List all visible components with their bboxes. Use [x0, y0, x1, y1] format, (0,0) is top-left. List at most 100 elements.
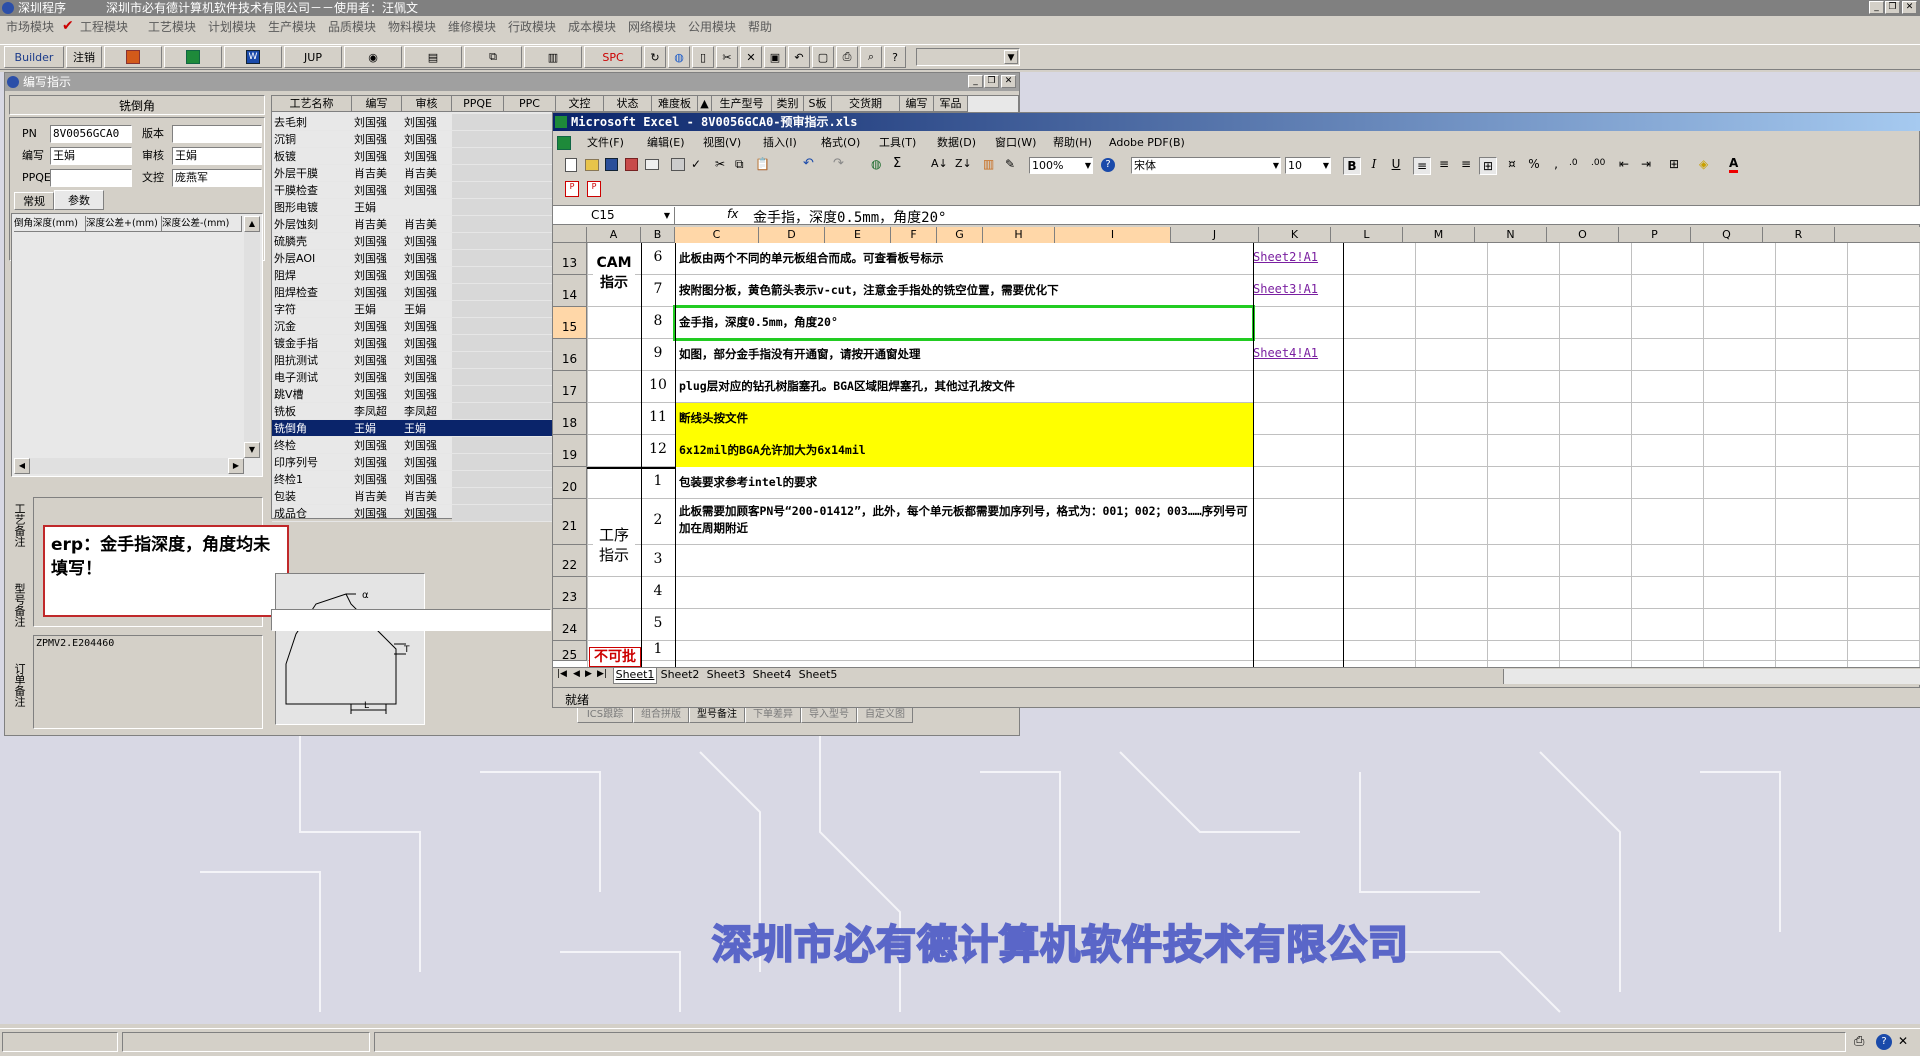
item-number[interactable]: 7: [641, 281, 675, 297]
menu-network[interactable]: 网络模块: [628, 16, 676, 38]
indent-icon[interactable]: ⇥: [1641, 157, 1651, 171]
tab-general[interactable]: 常规: [14, 192, 54, 210]
tab-sheet5[interactable]: Sheet5: [795, 668, 841, 684]
fill-color-icon[interactable]: ◈: [1699, 157, 1708, 171]
powerpoint-icon[interactable]: [104, 46, 162, 68]
scroll-down-icon[interactable]: ▼: [244, 442, 260, 458]
restore-button[interactable]: ❐: [1885, 1, 1900, 14]
column-header[interactable]: N: [1475, 227, 1547, 243]
menu-plan[interactable]: 计划模块: [208, 16, 256, 38]
row-header[interactable]: 14: [553, 275, 587, 307]
tab-sheet3[interactable]: Sheet3: [703, 668, 749, 684]
process-grid-bottom-input[interactable]: [271, 609, 551, 631]
new-icon[interactable]: [565, 158, 577, 172]
row-header[interactable]: 22: [553, 545, 587, 577]
percent-icon[interactable]: %: [1525, 157, 1543, 171]
spelling-icon[interactable]: ✓: [691, 157, 701, 171]
editor-close-button[interactable]: ✕: [1001, 75, 1016, 88]
col-military[interactable]: 军品: [934, 96, 968, 112]
excel-help-icon[interactable]: ?: [1101, 158, 1115, 172]
tab-sheet1[interactable]: Sheet1: [613, 668, 657, 684]
menu-market[interactable]: 市场模块: [6, 16, 54, 38]
tab-model-note[interactable]: 型号备注: [689, 707, 745, 723]
excel-menu-window[interactable]: 窗口(W): [995, 132, 1036, 154]
bold-icon[interactable]: B: [1343, 157, 1361, 175]
row-header[interactable]: 25: [553, 641, 587, 662]
spc-button[interactable]: SPC: [584, 46, 642, 68]
cut-tool-icon[interactable]: ✂: [715, 157, 725, 171]
col-category[interactable]: 类别: [772, 96, 804, 112]
row-header[interactable]: 24: [553, 609, 587, 641]
sheet-link[interactable]: Sheet4!A1: [1253, 346, 1343, 360]
name-box[interactable]: C15 ▼: [555, 207, 675, 224]
ppqe-field[interactable]: [50, 169, 132, 187]
col-writer-2[interactable]: 编写: [900, 96, 934, 112]
print-icon[interactable]: ⎙: [836, 46, 858, 68]
column-header[interactable]: Q: [1691, 227, 1763, 243]
print-preview-icon[interactable]: [671, 158, 685, 171]
item-number[interactable]: 12: [641, 441, 675, 457]
selected-cell-box[interactable]: [673, 305, 1255, 341]
next-sheet-icon[interactable]: ▶: [585, 669, 592, 679]
col-reviewer[interactable]: 审核: [402, 96, 452, 112]
autosum-icon[interactable]: Σ: [893, 156, 901, 171]
globe-icon[interactable]: ◍: [668, 46, 690, 68]
column-header[interactable]: G: [937, 227, 983, 243]
pdf-email-icon[interactable]: P: [587, 181, 601, 197]
hyperlink-icon[interactable]: ◍: [871, 157, 881, 171]
save-disk-icon[interactable]: [605, 158, 618, 171]
eye-icon[interactable]: ◉: [344, 46, 402, 68]
column-header[interactable]: R: [1763, 227, 1835, 243]
row-header[interactable]: 13: [553, 243, 587, 275]
tab-params[interactable]: 参数: [54, 190, 104, 210]
column-header[interactable]: F: [891, 227, 937, 243]
scroll-right-icon[interactable]: ▶: [228, 458, 244, 474]
excel-menu-view[interactable]: 视图(V): [703, 132, 741, 154]
side-label-order[interactable]: 订单备注: [11, 663, 26, 707]
column-header[interactable]: I: [1055, 227, 1171, 243]
col-process-name[interactable]: 工艺名称: [272, 96, 352, 112]
book-icon[interactable]: ▤: [404, 46, 462, 68]
new-doc-icon[interactable]: ▯: [692, 46, 714, 68]
row-header[interactable]: 19: [553, 435, 587, 467]
tray-help-icon[interactable]: ?: [1876, 1034, 1892, 1050]
currency-icon[interactable]: ¤: [1503, 157, 1521, 171]
preview-icon[interactable]: ▢: [812, 46, 834, 68]
sheet-link[interactable]: Sheet3!A1: [1253, 282, 1343, 296]
column-header[interactable]: P: [1619, 227, 1691, 243]
instruction-cell[interactable]: 按附图分板，黄色箭头表示v-cut，注意金手指处的铣空位置，需要优化下: [679, 282, 1249, 298]
formula-value[interactable]: 金手指，深度0.5mm，角度20°: [753, 207, 946, 227]
scroll-left-icon[interactable]: ◀: [14, 458, 30, 474]
undo-icon[interactable]: ↶: [788, 46, 810, 68]
delete-icon[interactable]: ✕: [740, 46, 762, 68]
font-color-icon[interactable]: A: [1729, 156, 1739, 173]
tab-ics[interactable]: ICS跟踪: [577, 707, 633, 723]
row-header[interactable]: 15: [553, 307, 587, 339]
increase-decimal-icon[interactable]: .0: [1569, 158, 1578, 168]
instruction-cell[interactable]: 包装要求参考intel的要求: [679, 474, 1249, 490]
column-header[interactable]: K: [1259, 227, 1331, 243]
menu-admin[interactable]: 行政模块: [508, 16, 556, 38]
align-center-icon[interactable]: ≡: [1435, 157, 1453, 171]
zoom-select[interactable]: 100% ▼: [1029, 157, 1093, 174]
instruction-cell[interactable]: 如图，部分金手指没有开通窗，请按开通窗处理: [679, 346, 1249, 362]
col-s-board[interactable]: S板: [804, 96, 832, 112]
italic-icon[interactable]: I: [1365, 157, 1383, 171]
network-icon[interactable]: ⧉: [464, 46, 522, 68]
editor-restore-button[interactable]: ❐: [984, 75, 999, 88]
item-number[interactable]: 3: [641, 551, 675, 567]
logout-button[interactable]: 注销: [66, 46, 102, 68]
column-header[interactable]: E: [825, 227, 891, 243]
prev-sheet-icon[interactable]: ◀: [573, 669, 580, 679]
column-header[interactable]: C: [675, 227, 759, 243]
drawing-icon[interactable]: ✎: [1005, 157, 1015, 171]
permission-icon[interactable]: [625, 158, 638, 171]
row-header[interactable]: 23: [553, 577, 587, 609]
item-number[interactable]: 5: [641, 615, 675, 631]
menu-craft[interactable]: 工艺模块: [148, 16, 196, 38]
col-ppqe[interactable]: PPQE: [452, 96, 504, 112]
item-number[interactable]: 2: [641, 512, 675, 528]
instruction-cell[interactable]: 此板需要加顾客PN号“200-01412”，此外，每个单元板都需要加序列号，格式…: [679, 503, 1249, 537]
instruction-cell[interactable]: 此板由两个不同的单元板组合而成。可查看板号标示: [679, 250, 1249, 266]
col-scroll-up[interactable]: ▲: [698, 96, 712, 112]
